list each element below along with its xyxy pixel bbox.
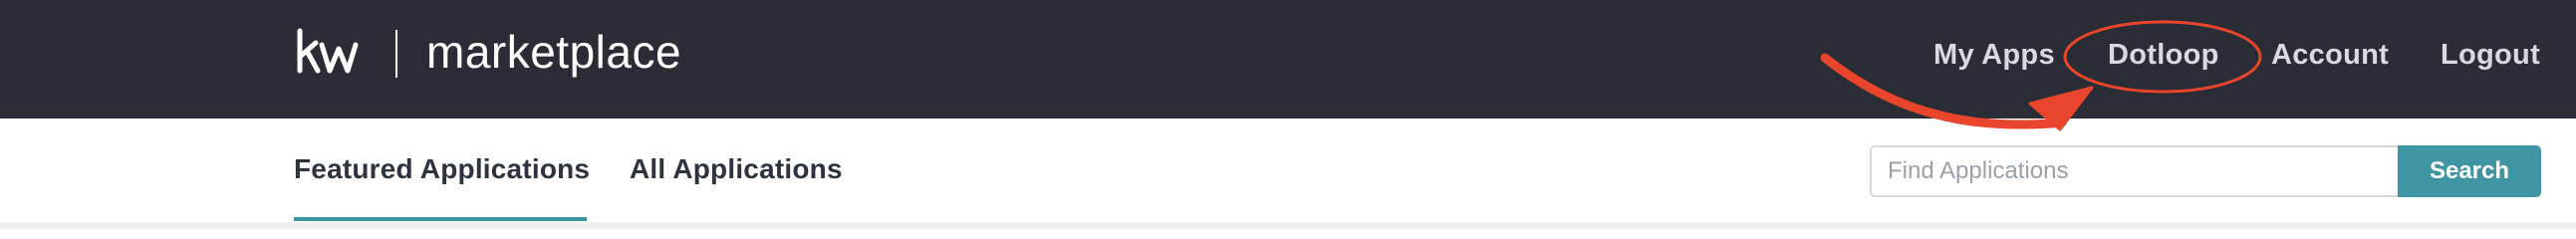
nav-dotloop[interactable]: Dotloop — [2108, 37, 2219, 73]
product-name: marketplace — [426, 26, 682, 78]
search-button[interactable]: Search — [2398, 145, 2541, 197]
tab-all-applications[interactable]: All Applications — [630, 151, 843, 187]
nav-logout[interactable]: Logout — [2441, 37, 2540, 73]
nav-my-apps[interactable]: My Apps — [1933, 37, 2055, 73]
search-input[interactable] — [1870, 145, 2398, 197]
nav-account[interactable]: Account — [2271, 37, 2389, 73]
tab-featured-applications[interactable]: Featured Applications — [294, 151, 590, 187]
active-tab-indicator — [294, 217, 587, 221]
kw-logo[interactable] — [296, 27, 360, 79]
kw-logo-icon — [297, 28, 359, 74]
top-navbar: marketplace My Apps Dotloop Account Logo… — [0, 0, 2576, 119]
sub-navbar-shadow — [0, 222, 2576, 229]
logo-divider — [395, 30, 397, 78]
